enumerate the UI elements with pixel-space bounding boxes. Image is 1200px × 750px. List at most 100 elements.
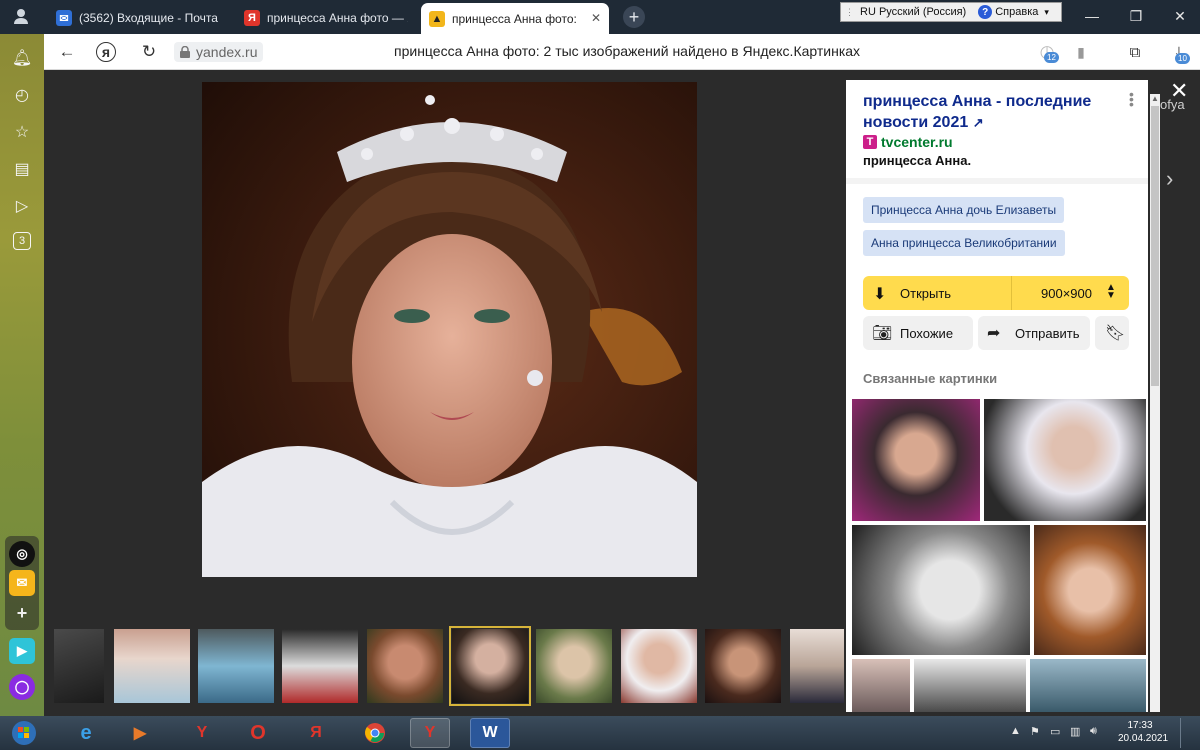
yandex-browser-active-icon[interactable]: Y — [410, 718, 450, 748]
close-tab-icon[interactable]: ✕ — [591, 11, 601, 25]
downloads-badge: 10 — [1175, 53, 1190, 64]
related-image[interactable] — [852, 399, 980, 521]
source-title-link[interactable]: принцесса Анна - последние новости 2021 … — [863, 91, 1113, 133]
volume-icon[interactable]: 🔊︎ — [1090, 725, 1097, 738]
minimize-button[interactable]: — — [1072, 0, 1112, 32]
play-icon[interactable]: ▷ — [11, 195, 33, 217]
help-icon[interactable]: ? — [978, 5, 993, 19]
related-image[interactable] — [914, 659, 1026, 712]
site-favicon-icon: T — [863, 135, 877, 149]
related-image[interactable] — [852, 659, 910, 712]
related-image[interactable] — [852, 525, 1030, 655]
language-bar[interactable]: ⋮ RU Русский (Россия) ? Справка ▾ — [840, 2, 1062, 22]
counter-icon[interactable]: 3 — [13, 232, 31, 250]
lock-icon — [180, 46, 190, 58]
thumbnail[interactable] — [621, 629, 697, 703]
external-link-icon: ↗ — [972, 115, 984, 130]
internet-explorer-icon[interactable]: e — [66, 718, 106, 748]
tabs-count-badge: 12 — [1044, 52, 1059, 63]
thumbnail[interactable] — [198, 629, 274, 703]
related-query-chip[interactable]: Принцесса Анна дочь Елизаветы — [863, 197, 1065, 223]
images-icon: ▲ — [429, 10, 445, 27]
url-field[interactable]: yandex.ru — [174, 42, 264, 62]
yandex-app-icon[interactable]: Я — [296, 718, 336, 748]
tab-strip: ✉ (3562) Входящие - Почта Я принцесса Ан… — [0, 0, 1200, 34]
main-image[interactable] — [202, 82, 697, 577]
thumbnail[interactable] — [54, 629, 104, 703]
camera-icon: 📷︎ — [872, 325, 893, 342]
yandex-icon: Я — [244, 10, 260, 26]
notes-icon[interactable]: ▤ — [11, 158, 33, 180]
thumbnail-strip — [44, 626, 844, 706]
related-image[interactable] — [1030, 659, 1146, 712]
thumbnail-selected[interactable] — [449, 626, 531, 706]
add-app-icon[interactable]: + — [9, 600, 35, 626]
share-button[interactable]: ➦ Отправить — [978, 316, 1090, 350]
related-image[interactable] — [984, 399, 1146, 521]
similar-button[interactable]: 📷︎ Похожие — [863, 316, 973, 350]
thumbnail[interactable] — [536, 629, 612, 703]
download-icon: ⬇ — [873, 286, 887, 303]
show-desktop-button[interactable] — [1180, 718, 1198, 748]
source-site-link[interactable]: T tvcenter.ru — [863, 134, 953, 150]
chevron-down-icon[interactable]: ▾ — [1044, 7, 1049, 18]
alice-icon[interactable]: ◯ — [9, 674, 35, 700]
page-title: принцесса Анна фото: 2 тыс изображений н… — [394, 43, 861, 59]
back-button[interactable]: ← — [56, 41, 78, 63]
collections-icon[interactable]: ⧉ — [1124, 41, 1146, 63]
alice-camera-icon[interactable]: ◎ — [9, 541, 35, 567]
bell-icon[interactable]: 🔔︎ — [11, 47, 33, 69]
size-chevron-icon: ▲ ▼ — [1106, 282, 1116, 301]
restore-button[interactable]: ❐ — [1116, 0, 1156, 32]
new-tab-button[interactable]: + — [623, 6, 645, 28]
source-description: принцесса Анна. — [863, 153, 972, 168]
mail-app-icon[interactable]: ✉ — [9, 570, 35, 596]
thumbnail[interactable] — [705, 629, 781, 703]
more-menu-icon[interactable]: • • • — [1129, 87, 1134, 111]
tray-expand-icon[interactable]: ▲ — [1010, 725, 1021, 737]
thumbnail[interactable] — [790, 629, 844, 703]
related-image[interactable] — [1034, 525, 1146, 655]
next-image-icon[interactable]: › — [1166, 166, 1173, 192]
keyboard-icon[interactable]: ▭ — [1050, 725, 1060, 738]
tab-mail[interactable]: ✉ (3562) Входящие - Почта — [48, 4, 228, 32]
yandex-browser-icon[interactable]: Y — [182, 718, 222, 748]
profile-icon[interactable] — [4, 0, 38, 32]
thumbnail[interactable] — [367, 629, 443, 703]
chrome-icon[interactable] — [355, 718, 395, 748]
share-arrow-icon: ➦ — [987, 325, 1001, 342]
start-button[interactable] — [2, 718, 46, 748]
open-button[interactable]: ⬇ Открыть 900×900 ▲ ▼ — [863, 276, 1129, 310]
panel-scrollbar[interactable]: ▲ — [1150, 94, 1160, 712]
scrollbar-thumb[interactable] — [1151, 106, 1159, 386]
bookmark-icon[interactable]: ▮ — [1070, 41, 1092, 63]
history-icon[interactable]: ◴ — [11, 84, 33, 106]
network-icon[interactable]: ▥ — [1070, 725, 1080, 738]
divider — [1011, 276, 1012, 310]
scroll-up-icon[interactable]: ▲ — [1151, 94, 1159, 106]
messenger-icon[interactable]: ▶ — [9, 638, 35, 664]
thumbnail[interactable] — [282, 629, 358, 703]
windows-taskbar: e ▶ Y O Я Y W ▲ ⚑ ▭ ▥ 🔊︎ 17:33 20.04.202… — [0, 716, 1200, 750]
reload-icon[interactable]: ↻ — [138, 41, 160, 63]
flag-icon[interactable]: ⚑ — [1030, 725, 1040, 738]
opera-icon[interactable]: O — [238, 718, 278, 748]
thumbnail[interactable] — [114, 629, 190, 703]
media-player-icon[interactable]: ▶ — [120, 718, 160, 748]
system-clock[interactable]: 17:33 20.04.2021 — [1118, 719, 1168, 745]
related-images-heading: Связанные картинки — [863, 371, 998, 386]
tab-yandex-images[interactable]: ▲ принцесса Анна фото: 2 ✕ — [421, 3, 609, 34]
word-icon[interactable]: W — [470, 718, 510, 748]
browser-sidebar: 🔔︎ ◴ ☆ ▤ ▷ 3 ◎ ✉ + ▶ ◯ — [0, 34, 44, 716]
yandex-home-icon[interactable]: я — [96, 42, 116, 62]
related-query-chip[interactable]: Анна принцесса Великобритании — [863, 230, 1065, 256]
close-window-button[interactable]: ✕ — [1160, 0, 1200, 32]
save-bookmark-button[interactable]: 🔖︎ — [1095, 316, 1129, 350]
star-icon[interactable]: ☆ — [11, 121, 33, 143]
address-bar: ← я ↻ yandex.ru принцесса Анна фото: 2 т… — [44, 34, 1200, 70]
mail-icon: ✉ — [56, 10, 72, 26]
grip-icon: ⋮ — [845, 6, 854, 17]
size-selector[interactable]: 900×900 — [1041, 286, 1092, 301]
bookmark-icon: 🔖︎ — [1105, 325, 1126, 342]
tab-yandex-search[interactable]: Я принцесса Анна фото — Я — [236, 4, 416, 32]
